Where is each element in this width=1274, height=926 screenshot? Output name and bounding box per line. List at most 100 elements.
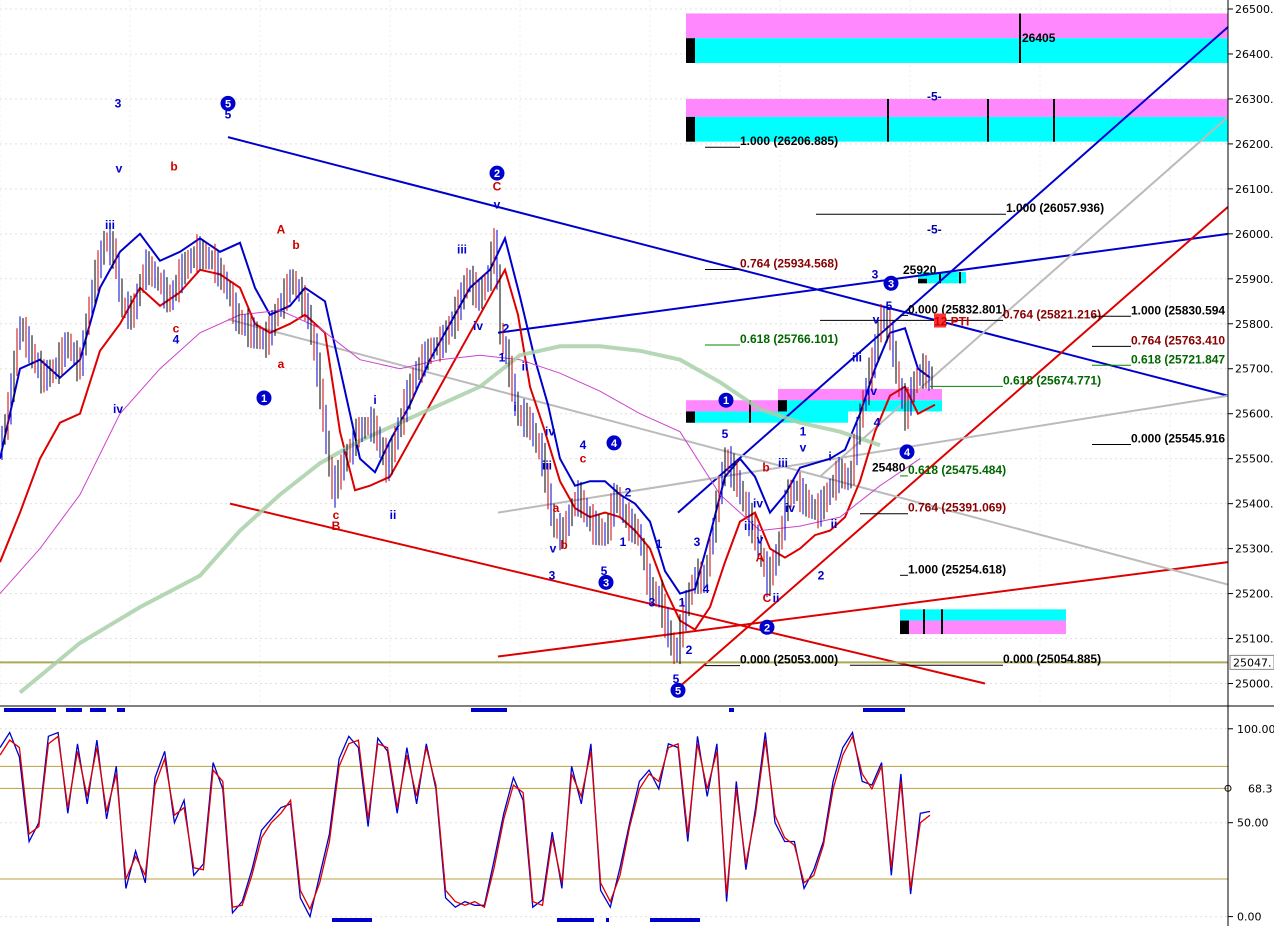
fib-label: 0.000 (25054.885) xyxy=(1003,652,1101,666)
wave-label: 1 xyxy=(679,596,686,610)
wave-label: 5 xyxy=(722,427,729,441)
wave-label: ii xyxy=(831,517,838,531)
wave-circle-label: 1 xyxy=(261,393,267,405)
wave-label: iii xyxy=(105,218,115,232)
chart-canvas: 26405 1.000 (26206.885) 1.000 (26057.936) 0… xyxy=(0,0,1274,926)
zone-marker xyxy=(686,38,695,63)
time-mark xyxy=(90,708,106,712)
wave-label: A xyxy=(756,551,765,565)
fib-label: 0.000 (25053.000) xyxy=(740,653,838,667)
axis-tick-label: 25200.00 xyxy=(1235,588,1274,601)
fib-label: 1.000 (25830.594 xyxy=(1131,303,1225,317)
fib-label: 0.764 (25934.568) xyxy=(740,257,838,271)
time-mark xyxy=(117,708,125,712)
wave-circle-label: 4 xyxy=(611,438,618,450)
time-mark xyxy=(66,708,82,712)
wave-label: 4 xyxy=(173,333,180,347)
axis-tick-label: 26100.00 xyxy=(1235,183,1274,196)
pti-label: 12 PTI xyxy=(934,315,969,329)
fib-label: 0.764 (25391.069) xyxy=(908,501,1006,515)
wave-label: 2 xyxy=(686,643,693,657)
wave-label: 3 xyxy=(549,569,556,583)
axis-tick-label: 26300.00 xyxy=(1235,93,1274,106)
wave-label: 1 xyxy=(620,535,627,549)
zone-marker xyxy=(900,620,909,635)
wave-label: 3 xyxy=(872,267,879,281)
wave-label: 1 xyxy=(656,537,663,551)
wave-circle-label: 5 xyxy=(675,685,681,697)
wave-label: b xyxy=(292,238,299,252)
wave-label: 3 xyxy=(694,535,701,549)
wave-label: a xyxy=(553,501,560,515)
zone-band-bottom xyxy=(686,38,1228,63)
wave-label: C xyxy=(763,591,772,605)
axis-tick-label: 26000.00 xyxy=(1235,228,1274,241)
wave-label: ii xyxy=(522,359,529,373)
wave-label: b xyxy=(170,159,177,173)
wave-label: v xyxy=(550,542,557,556)
wave-label: 2 xyxy=(625,485,632,499)
zone-marker xyxy=(686,411,695,423)
axis-tick-label: 100.00 xyxy=(1237,723,1274,736)
wave-label: 4 xyxy=(580,438,587,452)
wave-label: 3 xyxy=(115,96,122,110)
wave-label: v xyxy=(116,162,123,176)
axis-tick-label: 26400.00 xyxy=(1235,48,1274,61)
price-panel[interactable]: 26405 1.000 (26206.885) 1.000 (26057.936) 0… xyxy=(0,0,1274,712)
wave-circle-label: 4 xyxy=(904,447,911,459)
time-mark xyxy=(863,708,905,712)
fib-label: 1.000 (26206.885) xyxy=(740,134,838,148)
wave-circle-label: 1 xyxy=(723,395,729,407)
wave-label: B xyxy=(332,519,341,533)
fib-label: 1.000 (25254.618) xyxy=(908,562,1006,576)
axis-tick-label: 25700.00 xyxy=(1235,363,1274,376)
fib-label: 0.618 (25674.771) xyxy=(1003,373,1101,387)
wave-circle-label: 5 xyxy=(225,98,231,110)
fib-label: 1.000 (26057.936) xyxy=(1006,201,1104,215)
wave-label: 1 xyxy=(800,425,807,439)
axis-tick-label: 0.00 xyxy=(1237,911,1262,924)
wave-label: v xyxy=(757,533,764,547)
wave-label: iv xyxy=(867,384,877,398)
price-mark: 25920 xyxy=(903,263,937,277)
zone-band-top xyxy=(686,13,1228,39)
axis-tick-label: 25600.00 xyxy=(1235,408,1274,421)
last-price-label: 25047. xyxy=(1233,656,1272,669)
time-mark xyxy=(606,918,609,922)
wave-label: iii xyxy=(744,519,754,533)
wave-label: ii xyxy=(773,591,780,605)
wave-circle-label: 3 xyxy=(603,577,609,589)
price-mark: -5- xyxy=(927,222,942,236)
wave-label: 4 xyxy=(703,582,710,596)
axis-tick-label: 25500.00 xyxy=(1235,453,1274,466)
axis-tick-label: 25800.00 xyxy=(1235,318,1274,331)
wave-label: 5 xyxy=(886,299,893,313)
axis-tick-label: 25900.00 xyxy=(1235,273,1274,286)
time-mark xyxy=(332,918,372,922)
zone-marker xyxy=(778,400,787,412)
wave-label: iii xyxy=(852,350,862,364)
wave-circle-label: 3 xyxy=(888,278,894,290)
wave-label: iii xyxy=(542,458,552,472)
wave-label: C xyxy=(493,180,502,194)
time-mark xyxy=(650,918,700,922)
zone-marker xyxy=(918,278,927,284)
wave-label: 1 xyxy=(499,350,506,364)
wave-label: b xyxy=(560,538,567,552)
wave-label: iv xyxy=(473,319,483,333)
wave-label: iv xyxy=(113,402,123,416)
wave-circle-label: 2 xyxy=(764,622,770,634)
time-mark xyxy=(471,708,507,712)
wave-label: ii xyxy=(390,508,397,522)
zone-marker xyxy=(686,116,695,142)
fib-label: 0.764 (25763.410 xyxy=(1131,333,1225,347)
axis-tick-label: 26200.00 xyxy=(1235,138,1274,151)
wave-label: 3 xyxy=(649,596,656,610)
price-mark: 25480 xyxy=(872,461,906,475)
wave-circle-label: 2 xyxy=(494,168,500,180)
wave-label: 2 xyxy=(818,569,825,583)
wave-label: iv xyxy=(785,501,795,515)
wave-label: i xyxy=(513,400,516,414)
fib-label: 0.618 (25721.847 xyxy=(1131,352,1225,366)
axis-tick-label: 25300.00 xyxy=(1235,543,1274,556)
